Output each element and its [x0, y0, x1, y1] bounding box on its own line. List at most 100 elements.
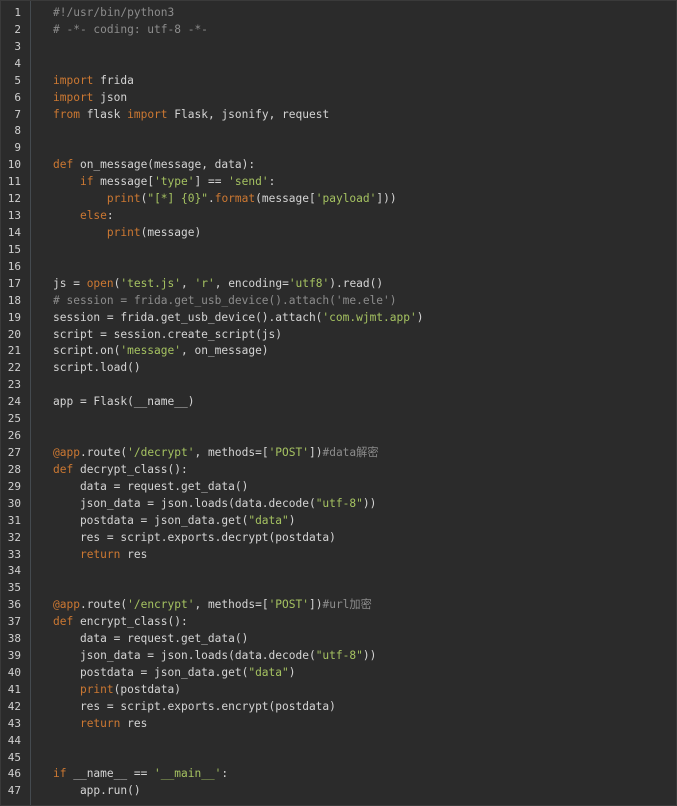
line-number: 10: [7, 158, 21, 172]
code-line[interactable]: 43 return res: [1, 716, 676, 733]
code-line[interactable]: 33 return res: [1, 547, 676, 564]
code-line[interactable]: 39 json_data = json.loads(data.decode("u…: [1, 648, 676, 665]
comment-token: #url加密: [322, 598, 372, 612]
line-content: res = script.exports.encrypt(postdata): [53, 699, 336, 716]
code-line[interactable]: 34: [1, 563, 676, 580]
code-text: app = Flask(__name__): [53, 395, 195, 409]
code-text: ,: [181, 276, 195, 290]
string-token: 'utf8': [288, 276, 330, 290]
code-line[interactable]: 41 print(postdata): [1, 682, 676, 699]
code-line[interactable]: 4: [1, 56, 676, 73]
line-number: 23: [7, 378, 21, 392]
code-text: , methods=[: [194, 445, 269, 459]
line-number: 42: [7, 699, 21, 713]
code-line[interactable]: 6 import json: [1, 90, 676, 107]
code-text: .route(: [79, 445, 128, 459]
code-line[interactable]: 3: [1, 39, 676, 56]
code-line[interactable]: 16: [1, 259, 676, 276]
code-editor[interactable]: 1 #!/usr/bin/python3 2 # -*- coding: utf-8 …: [0, 0, 677, 806]
code-line[interactable]: 21 script.on('message', on_message): [1, 343, 676, 360]
keyword-token: def: [53, 615, 74, 629]
line-number: 4: [14, 56, 21, 70]
code-line[interactable]: 27 @app.route('/decrypt', methods=['POST'…: [1, 445, 676, 462]
code-line[interactable]: 45: [1, 750, 676, 767]
string-token: 'POST': [268, 598, 309, 612]
code-line[interactable]: 18 # session = frida.get_usb_device().att…: [1, 293, 676, 310]
code-line[interactable]: 13 else:: [1, 208, 676, 225]
line-content: if __name__ == '__main__':: [53, 766, 228, 783]
code-text: res = script.exports.decrypt(postdata): [53, 530, 336, 544]
code-text: )): [362, 649, 377, 663]
code-line[interactable]: 47 app.run(): [1, 783, 676, 800]
keyword-token: from: [53, 107, 80, 121]
code-text: res: [120, 716, 148, 730]
code-line[interactable]: 37 def encrypt_class():: [1, 614, 676, 631]
keyword-token: import: [127, 107, 168, 121]
code-line[interactable]: 19 session = frida.get_usb_device().attac…: [1, 310, 676, 327]
code-text: script = session.create_script(js): [53, 327, 283, 341]
code-line[interactable]: 15: [1, 242, 676, 259]
keyword-token: def: [53, 462, 74, 476]
code-line[interactable]: 40 postdata = json_data.get("data"): [1, 665, 676, 682]
code-line[interactable]: 42 res = script.exports.encrypt(postdata…: [1, 699, 676, 716]
line-number: 25: [7, 412, 21, 426]
code-line[interactable]: 32 res = script.exports.decrypt(postdata…: [1, 530, 676, 547]
code-line[interactable]: 22 script.load(): [1, 360, 676, 377]
code-text: ).read(): [329, 276, 384, 290]
line-number: 21: [7, 344, 21, 358]
code-line[interactable]: 28 def decrypt_class():: [1, 462, 676, 479]
code-line[interactable]: 1 #!/usr/bin/python3: [1, 5, 676, 22]
line-content: #!/usr/bin/python3: [53, 5, 174, 22]
line-number: 41: [7, 682, 21, 696]
code-line[interactable]: 12 print("[*] {0}".format(message['paylo…: [1, 191, 676, 208]
code-line[interactable]: 9: [1, 140, 676, 157]
code-line[interactable]: 5 import frida: [1, 73, 676, 90]
line-content: from flask import Flask, jsonify, reques…: [53, 107, 329, 124]
code-line[interactable]: 24 app = Flask(__name__): [1, 394, 676, 411]
code-text: , methods=[: [194, 598, 269, 612]
line-content: else:: [53, 208, 114, 225]
code-line[interactable]: 7 from flask import Flask, jsonify, reque…: [1, 107, 676, 124]
line-content: script = session.create_script(js): [53, 327, 282, 344]
line-number: 11: [7, 175, 21, 189]
line-content: data = request.get_data(): [53, 479, 248, 496]
code-line[interactable]: 31 postdata = json_data.get("data"): [1, 513, 676, 530]
code-text: , encoding=: [214, 276, 289, 290]
line-content: # -*- coding: utf-8 -*-: [53, 22, 208, 39]
code-line[interactable]: 10 def on_message(message, data):: [1, 157, 676, 174]
code-line[interactable]: 17 js = open('test.js', 'r', encoding='ut…: [1, 276, 676, 293]
code-line[interactable]: 35: [1, 580, 676, 597]
code-line[interactable]: 26: [1, 428, 676, 445]
line-content: data = request.get_data(): [53, 631, 248, 648]
code-line[interactable]: 44: [1, 733, 676, 750]
code-area[interactable]: 1 #!/usr/bin/python3 2 # -*- coding: utf-8 …: [1, 5, 676, 800]
code-line[interactable]: 14 print(message): [1, 225, 676, 242]
line-content: def decrypt_class():: [53, 462, 188, 479]
code-line[interactable]: 8: [1, 123, 676, 140]
string-token: '/decrypt': [127, 445, 195, 459]
code-line[interactable]: 46 if __name__ == '__main__':: [1, 766, 676, 783]
code-line[interactable]: 20 script = session.create_script(js): [1, 327, 676, 344]
code-line[interactable]: 38 data = request.get_data(): [1, 631, 676, 648]
code-line[interactable]: 11 if message['type'] == 'send':: [1, 174, 676, 191]
builtin-token: print: [79, 682, 114, 696]
line-number: 46: [7, 767, 21, 781]
string-token: "utf-8": [315, 496, 363, 510]
code-text: :: [268, 175, 276, 189]
code-line[interactable]: 30 json_data = json.loads(data.decode("u…: [1, 496, 676, 513]
code-line[interactable]: 36 @app.route('/encrypt', methods=['POST'…: [1, 597, 676, 614]
line-number: 36: [7, 598, 21, 612]
code-line[interactable]: 2 # -*- coding: utf-8 -*-: [1, 22, 676, 39]
code-line[interactable]: 29 data = request.get_data(): [1, 479, 676, 496]
builtin-token: format: [214, 192, 256, 206]
line-content: return res: [53, 547, 147, 564]
code-line[interactable]: 23: [1, 377, 676, 394]
line-number: 19: [7, 310, 21, 324]
line-number: 29: [7, 479, 21, 493]
code-line[interactable]: 25: [1, 411, 676, 428]
code-text: :: [106, 209, 114, 223]
